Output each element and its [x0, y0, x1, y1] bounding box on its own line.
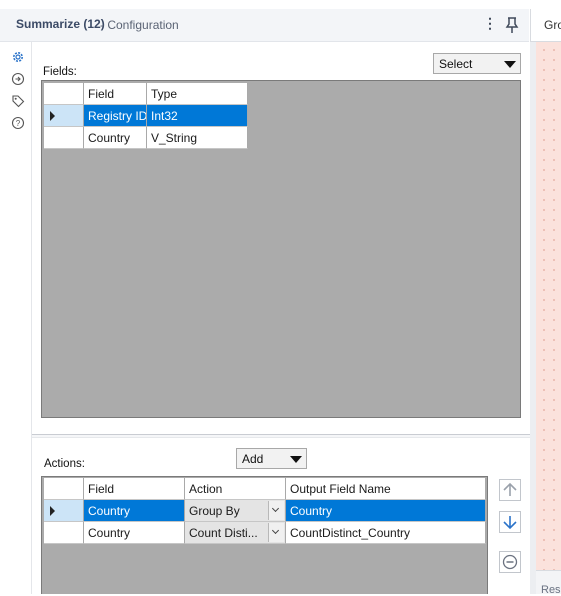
- fields-label: Fields:: [43, 66, 77, 78]
- cell-type[interactable]: V_String: [147, 127, 248, 149]
- chevron-down-icon[interactable]: [268, 501, 284, 520]
- action-combo-value: Count Disti...: [189, 526, 258, 540]
- add-dropdown[interactable]: Add: [236, 448, 307, 469]
- cell-field[interactable]: Country: [84, 127, 147, 149]
- table-row[interactable]: Registry ID Int32: [44, 105, 248, 127]
- fields-grid[interactable]: Field Type Registry ID Int32 Country V_S…: [41, 80, 521, 418]
- window-title: Summarize (12): [16, 17, 105, 31]
- kebab-menu-icon[interactable]: ⋮: [483, 15, 497, 35]
- row-header-corner: [44, 478, 84, 500]
- cell-type[interactable]: Int32: [147, 105, 248, 127]
- row-selector[interactable]: [44, 127, 84, 149]
- column-header-field[interactable]: Field: [84, 83, 147, 105]
- actions-label: Actions:: [44, 458, 85, 470]
- row-pointer-icon: [50, 111, 55, 121]
- move-down-icon[interactable]: [499, 511, 521, 533]
- chevron-down-icon[interactable]: [268, 523, 284, 542]
- column-header-action[interactable]: Action: [185, 478, 286, 500]
- caret-down-icon: [504, 61, 516, 68]
- column-header-field[interactable]: Field: [84, 478, 185, 500]
- actions-grid-header: Field Action Output Field Name: [44, 478, 486, 500]
- action-combo[interactable]: Count Disti...: [185, 522, 286, 544]
- workflow-tab[interactable]: Gro: [544, 18, 561, 32]
- add-dropdown-label: Add: [242, 452, 264, 466]
- row-pointer-icon: [50, 506, 55, 516]
- svg-text:?: ?: [16, 119, 21, 128]
- row-selector[interactable]: [44, 522, 84, 544]
- table-row[interactable]: Country Count Disti... CountDistinct_Cou…: [44, 522, 486, 544]
- panel-splitter[interactable]: [32, 434, 530, 438]
- circle-arrow-icon[interactable]: [11, 72, 25, 86]
- row-selector[interactable]: [44, 105, 84, 127]
- move-up-icon[interactable]: [499, 479, 521, 501]
- action-combo[interactable]: Group By: [185, 500, 286, 522]
- cell-field[interactable]: Registry ID: [84, 105, 147, 127]
- table-row[interactable]: Country V_String: [44, 127, 248, 149]
- help-icon[interactable]: ?: [11, 116, 25, 130]
- column-header-type[interactable]: Type: [147, 83, 248, 105]
- column-header-output-field-name[interactable]: Output Field Name: [286, 478, 486, 500]
- window-subtitle: - Configuration: [100, 18, 179, 32]
- tag-icon[interactable]: [11, 94, 25, 108]
- remove-icon[interactable]: [499, 551, 521, 573]
- fields-grid-header: Field Type: [44, 83, 248, 105]
- workflow-canvas[interactable]: [536, 42, 561, 570]
- table-row[interactable]: Country Group By Country: [44, 500, 486, 522]
- cell-output-field-name[interactable]: Country: [286, 500, 486, 522]
- gear-icon[interactable]: [11, 50, 25, 64]
- select-dropdown-label: Select: [439, 57, 473, 71]
- select-dropdown[interactable]: Select: [433, 53, 521, 74]
- pin-icon[interactable]: [504, 16, 520, 34]
- row-header-corner: [44, 83, 84, 105]
- cell-field[interactable]: Country: [84, 522, 185, 544]
- results-label[interactable]: Resu: [541, 584, 561, 596]
- action-combo-value: Group By: [189, 504, 240, 518]
- caret-down-icon: [290, 456, 302, 463]
- cell-field[interactable]: Country: [84, 500, 185, 522]
- row-selector[interactable]: [44, 500, 84, 522]
- cell-output-field-name[interactable]: CountDistinct_Country: [286, 522, 486, 544]
- actions-grid[interactable]: Field Action Output Field Name Country G…: [41, 476, 488, 594]
